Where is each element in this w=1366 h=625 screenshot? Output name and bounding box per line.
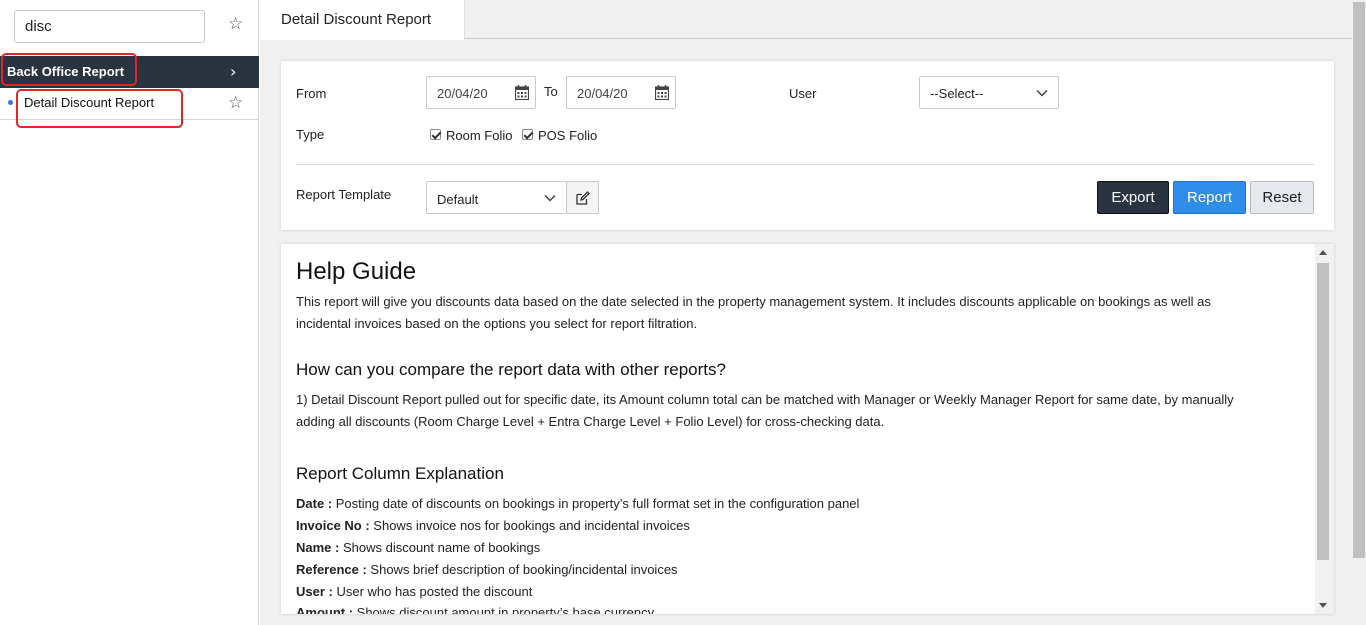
scroll-up-arrow-icon[interactable] xyxy=(1319,250,1327,255)
column-definition: Amount : Shows discount amount in proper… xyxy=(296,605,654,614)
help-scroll-thumb[interactable] xyxy=(1317,263,1329,560)
user-label: User xyxy=(789,86,817,101)
edit-icon xyxy=(576,191,590,205)
column-term: User : xyxy=(296,584,333,599)
column-term: Amount : xyxy=(296,605,354,614)
star-icon[interactable]: ☆ xyxy=(228,95,243,112)
filter-panel: From 20/04/20 To 20/04/20 User --Select-… xyxy=(281,61,1334,230)
compare-line-1: 1) Detail Discount Report pulled out for… xyxy=(296,392,1234,407)
column-desc: Shows brief description of booking/incid… xyxy=(366,562,678,577)
to-date-input[interactable]: 20/04/20 xyxy=(566,76,676,109)
checkbox-checked-icon[interactable] xyxy=(522,129,533,140)
column-desc: User who has posted the discount xyxy=(332,584,533,599)
column-desc: Shows discount name of bookings xyxy=(339,540,541,555)
main-scrollbar[interactable] xyxy=(1352,0,1366,625)
column-desc: Shows discount amount in property’s base… xyxy=(353,605,655,614)
active-dot-icon xyxy=(8,100,13,105)
chevron-right-icon[interactable]: › xyxy=(230,62,236,81)
export-button[interactable]: Export xyxy=(1097,181,1169,214)
favorites-star-icon[interactable]: ☆ xyxy=(228,16,243,33)
column-term: Invoice No : xyxy=(296,518,370,533)
search-input[interactable] xyxy=(15,11,204,42)
columns-heading: Report Column Explanation xyxy=(296,464,504,483)
column-definition: Reference : Shows brief description of b… xyxy=(296,562,678,577)
room-folio-label: Room Folio xyxy=(446,128,513,143)
help-intro-line-1: This report will give you discounts data… xyxy=(296,294,1211,309)
edit-template-button[interactable] xyxy=(566,181,599,214)
chevron-down-icon xyxy=(544,194,556,202)
from-label: From xyxy=(296,86,327,101)
chevron-down-icon xyxy=(1036,89,1048,97)
sidebar-group-label: Back Office Report xyxy=(7,64,125,79)
help-guide-panel: Help Guide This report will give you dis… xyxy=(281,244,1334,614)
column-desc: Shows invoice nos for bookings and incid… xyxy=(369,518,690,533)
column-definition: Date : Posting date of discounts on book… xyxy=(296,496,859,511)
scroll-down-arrow-icon[interactable] xyxy=(1319,603,1327,608)
from-date-input[interactable]: 20/04/20 xyxy=(426,76,536,109)
checkbox-checked-icon[interactable] xyxy=(430,129,441,140)
compare-heading: How can you compare the report data with… xyxy=(296,360,726,379)
column-term: Name : xyxy=(296,540,340,555)
report-template-label: Report Template xyxy=(296,187,392,202)
column-desc: Posting date of discounts on bookings in… xyxy=(332,496,860,511)
search-box[interactable] xyxy=(14,10,205,43)
report-template-select[interactable]: Default xyxy=(426,181,567,214)
calendar-icon[interactable] xyxy=(515,85,529,100)
sidebar-item-detail-discount-report[interactable]: Detail Discount Report ☆ xyxy=(0,88,259,120)
column-term: Date : xyxy=(296,496,333,511)
divider xyxy=(296,164,1314,165)
reset-button[interactable]: Reset xyxy=(1250,181,1314,214)
pos-folio-label: POS Folio xyxy=(538,128,598,143)
column-term: Reference : xyxy=(296,562,367,577)
column-definition: Invoice No : Shows invoice nos for booki… xyxy=(296,518,690,533)
sidebar-item-label: Detail Discount Report xyxy=(24,95,155,110)
help-intro-line-2: incidental invoices based on the options… xyxy=(296,316,698,331)
compare-line-2: adding all discounts (Room Charge Level … xyxy=(296,414,885,429)
tab-label: Detail Discount Report xyxy=(281,11,432,28)
report-button[interactable]: Report xyxy=(1173,181,1246,214)
from-date-value: 20/04/20 xyxy=(437,86,488,101)
column-definition: Name : Shows discount name of bookings xyxy=(296,540,540,555)
tab-detail-discount-report[interactable]: Detail Discount Report xyxy=(260,0,465,40)
tab-bar: Detail Discount Report xyxy=(260,0,1352,40)
help-scrollbar[interactable] xyxy=(1315,244,1334,614)
to-date-value: 20/04/20 xyxy=(577,86,628,101)
user-select-value: --Select-- xyxy=(930,86,984,101)
help-title: Help Guide xyxy=(296,258,417,285)
sidebar: ☆ Back Office Report › Detail Discount R… xyxy=(0,0,259,625)
calendar-icon[interactable] xyxy=(655,85,669,100)
main-area: Detail Discount Report From 20/04/20 To … xyxy=(260,0,1366,625)
report-template-value: Default xyxy=(437,192,479,207)
column-definition: User : User who has posted the discount xyxy=(296,584,532,599)
sidebar-group-back-office-report[interactable]: Back Office Report › xyxy=(0,56,259,88)
to-label: To xyxy=(544,84,558,99)
user-select[interactable]: --Select-- xyxy=(919,76,1059,109)
main-scroll-thumb[interactable] xyxy=(1353,2,1365,558)
type-label: Type xyxy=(296,127,325,142)
